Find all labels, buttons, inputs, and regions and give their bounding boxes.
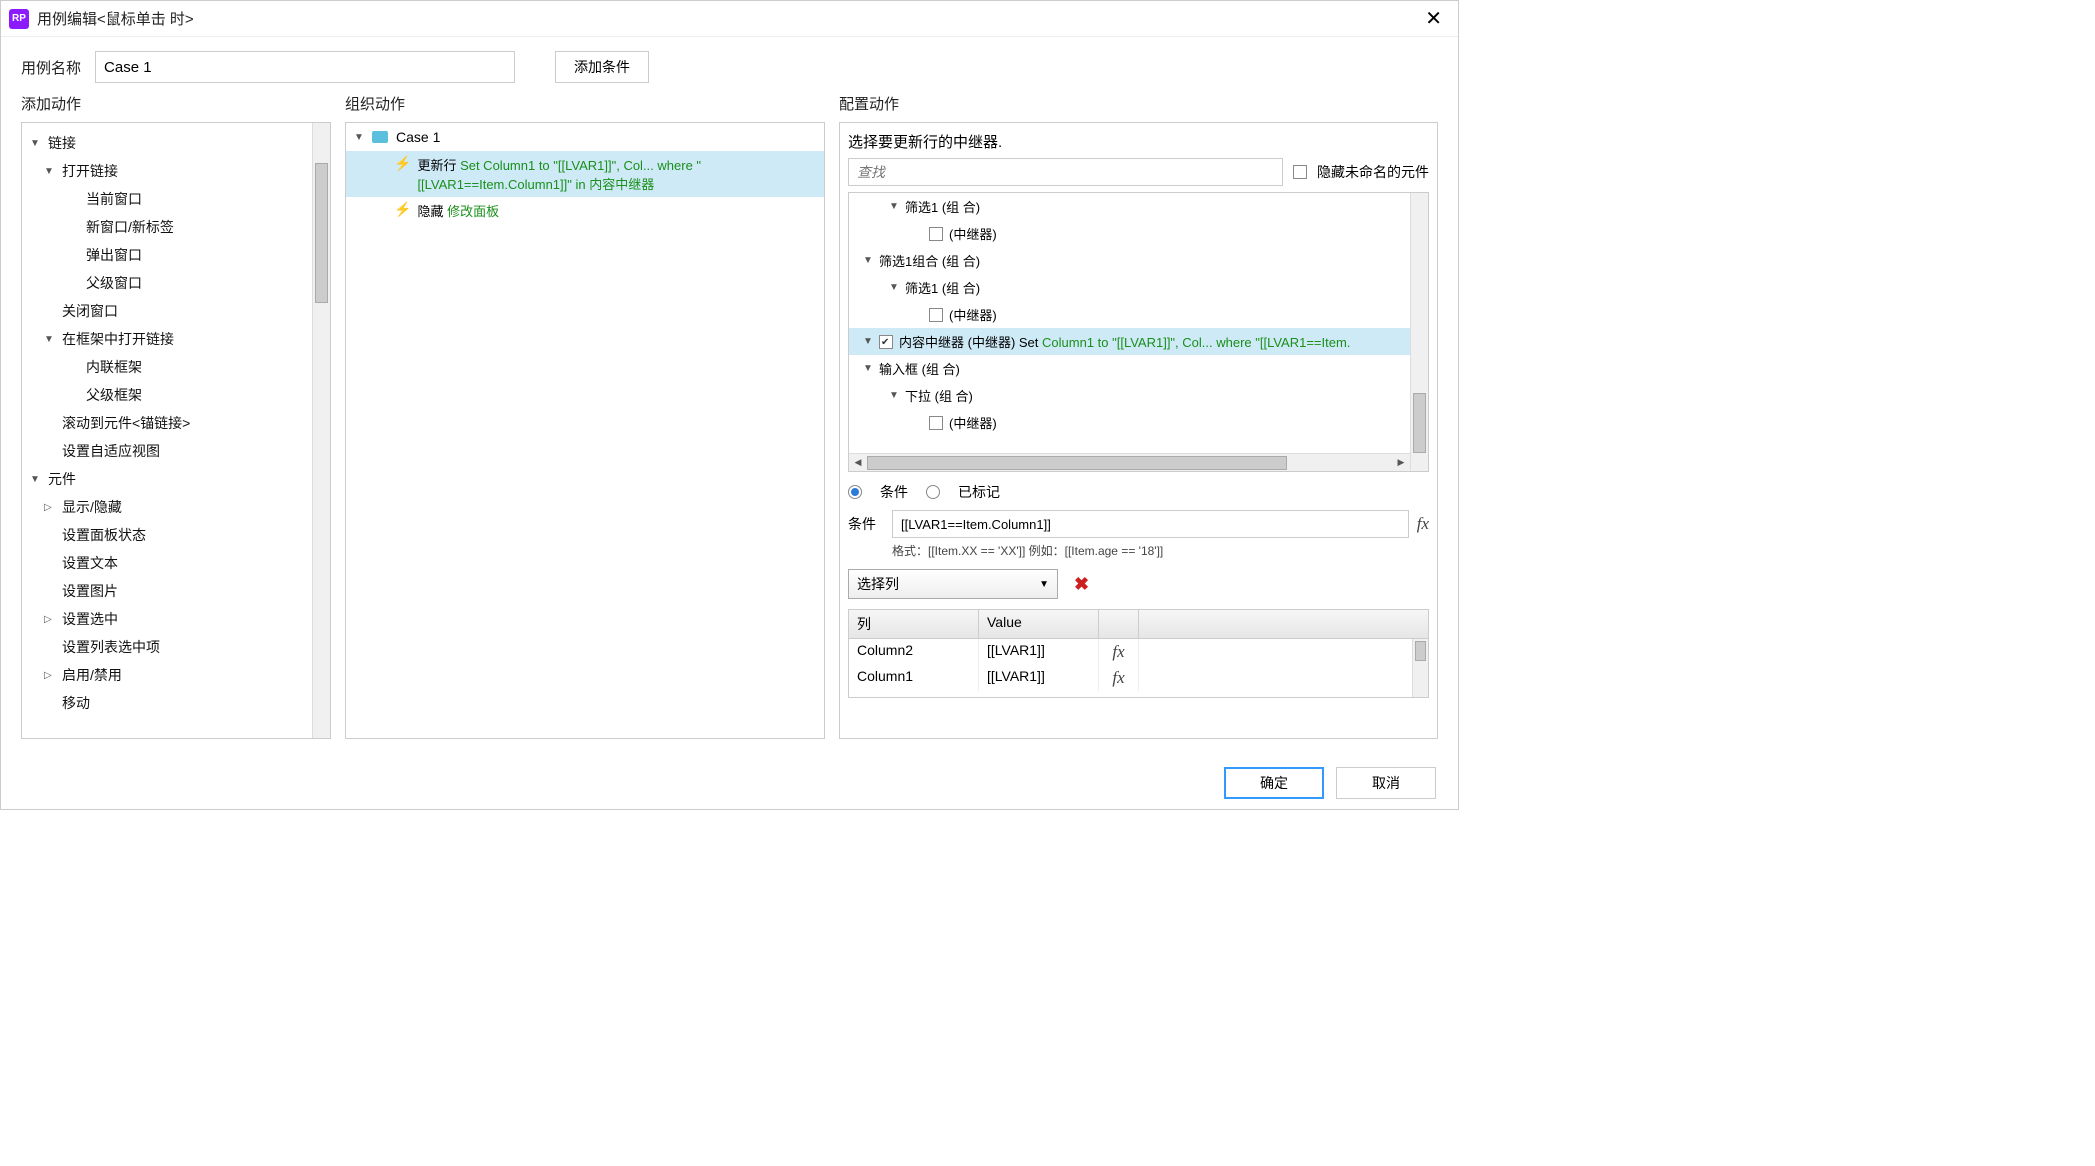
tree-checkbox[interactable] — [879, 335, 893, 349]
case-node[interactable]: Case 1 — [346, 123, 824, 151]
action-tree-item[interactable]: 关闭窗口 — [22, 297, 330, 325]
tree-checkbox[interactable] — [929, 308, 943, 322]
repeater-tree-item[interactable]: (中继器) — [849, 409, 1428, 436]
tree-arrow-icon[interactable] — [30, 474, 44, 485]
action-tree-item[interactable]: 设置列表选中项 — [22, 633, 330, 661]
action-tree-item[interactable]: 设置文本 — [22, 549, 330, 577]
tree-arrow-icon[interactable] — [44, 614, 58, 625]
tree-arrow-icon[interactable] — [889, 282, 901, 293]
tree-arrow-icon[interactable] — [44, 502, 58, 513]
case-label: Case 1 — [396, 129, 440, 145]
action-tree-item[interactable]: 链接 — [22, 129, 330, 157]
action-tree-item[interactable]: 设置自适应视图 — [22, 437, 330, 465]
titlebar: RP 用例编辑<鼠标单击 时> ✕ — [1, 1, 1458, 37]
grid-row[interactable]: Column1[[LVAR1]]fx — [849, 665, 1428, 691]
repeater-tree-item[interactable]: 内容中继器 (中继器) Set Column1 to "[[LVAR1]]", … — [849, 328, 1428, 355]
repeater-tree-item[interactable]: 筛选1 (组 合) — [849, 274, 1428, 301]
radio-marked-label: 已标记 — [958, 482, 1000, 502]
fx-icon[interactable]: fx — [1417, 514, 1429, 534]
repeater-tree-item[interactable]: 筛选1组合 (组 合) — [849, 247, 1428, 274]
action-tree-item[interactable]: 显示/隐藏 — [22, 493, 330, 521]
tree-arrow-icon[interactable] — [44, 670, 58, 681]
repeater-tree-item[interactable]: 筛选1 (组 合) — [849, 193, 1428, 220]
action-tree-item[interactable]: 元件 — [22, 465, 330, 493]
add-condition-button[interactable]: 添加条件 — [555, 51, 649, 83]
hide-unnamed-label: 隐藏未命名的元件 — [1317, 162, 1429, 182]
select-column-label: 选择列 — [857, 574, 899, 594]
action-tree-item[interactable]: 在框架中打开链接 — [22, 325, 330, 353]
action-tree-item[interactable]: 打开链接 — [22, 157, 330, 185]
bolt-icon: ⚡ — [394, 155, 411, 172]
app-icon: RP — [9, 9, 29, 29]
action-tree-item[interactable]: 弹出窗口 — [22, 241, 330, 269]
repeater-tree-item[interactable]: (中继器) — [849, 301, 1428, 328]
action-tree-item[interactable]: 设置选中 — [22, 605, 330, 633]
action-tree-item[interactable]: 设置图片 — [22, 577, 330, 605]
cancel-button[interactable]: 取消 — [1336, 767, 1436, 799]
scrollbar[interactable] — [1410, 193, 1428, 471]
repeater-tree[interactable]: 筛选1 (组 合)(中继器)筛选1组合 (组 合)筛选1 (组 合)(中继器)内… — [848, 192, 1429, 472]
action-tree-item[interactable]: 设置面板状态 — [22, 521, 330, 549]
action-tree-item[interactable]: 当前窗口 — [22, 185, 330, 213]
grid-head-val: Value — [979, 610, 1099, 638]
ok-button[interactable]: 确定 — [1224, 767, 1324, 799]
radio-marked[interactable] — [926, 485, 940, 499]
fx-icon: fx — [1112, 668, 1124, 687]
condition-label: 条件 — [848, 514, 884, 534]
case-editor-dialog: RP 用例编辑<鼠标单击 时> ✕ 用例名称 添加条件 添加动作 链接打开链接当… — [0, 0, 1459, 810]
chevron-down-icon: ▼ — [1039, 579, 1049, 590]
action-tree-item[interactable]: 父级框架 — [22, 381, 330, 409]
case-icon — [372, 131, 388, 143]
scrollbar[interactable] — [1412, 639, 1428, 697]
case-name-label: 用例名称 — [21, 57, 81, 78]
add-action-header: 添加动作 — [21, 93, 331, 114]
window-title: 用例编辑<鼠标单击 时> — [37, 8, 1417, 29]
action-tree-item[interactable]: 移动 — [22, 689, 330, 717]
action-tree-item[interactable]: 新窗口/新标签 — [22, 213, 330, 241]
repeater-tree-item[interactable]: (中继器) — [849, 220, 1428, 247]
columns-grid: 列 Value Column2[[LVAR1]]fxColumn1[[LVAR1… — [848, 609, 1429, 698]
configure-header: 配置动作 — [839, 93, 1438, 114]
tree-checkbox[interactable] — [929, 227, 943, 241]
close-icon[interactable]: ✕ — [1417, 6, 1450, 31]
tree-arrow-icon[interactable] — [44, 334, 58, 345]
tree-arrow-icon[interactable] — [889, 201, 901, 212]
organize-action-row[interactable]: ⚡隐藏 修改面板 — [346, 197, 824, 224]
action-tree-item[interactable]: 启用/禁用 — [22, 661, 330, 689]
condition-hint: 格式：[[Item.XX == 'XX']] 例如：[[Item.age == … — [892, 542, 1429, 559]
tree-arrow-icon[interactable] — [44, 166, 58, 177]
organize-panel: Case 1 ⚡更新行 Set Column1 to "[[LVAR1]]", … — [345, 122, 825, 739]
hide-unnamed-checkbox[interactable] — [1293, 165, 1307, 179]
action-tree-item[interactable]: 内联框架 — [22, 353, 330, 381]
tree-arrow-icon[interactable] — [863, 363, 875, 374]
scrollbar[interactable] — [312, 123, 330, 738]
tree-checkbox[interactable] — [929, 416, 943, 430]
search-input[interactable] — [848, 158, 1283, 186]
configure-panel: 选择要更新行的中继器. 隐藏未命名的元件 筛选1 (组 合)(中继器)筛选1组合… — [839, 122, 1438, 739]
grid-head-col: 列 — [849, 610, 979, 638]
action-tree-item[interactable]: 滚动到元件<锚链接> — [22, 409, 330, 437]
fx-icon: fx — [1112, 642, 1124, 661]
grid-row[interactable]: Column2[[LVAR1]]fx — [849, 639, 1428, 665]
organize-action-row[interactable]: ⚡更新行 Set Column1 to "[[LVAR1]]", Col... … — [346, 151, 824, 197]
radio-condition-label: 条件 — [880, 482, 908, 502]
scrollbar-horz[interactable]: ◀▶ — [849, 453, 1410, 471]
select-column-dropdown[interactable]: 选择列 ▼ — [848, 569, 1058, 599]
tree-arrow-icon[interactable] — [863, 255, 875, 266]
action-catalog[interactable]: 链接打开链接当前窗口新窗口/新标签弹出窗口父级窗口关闭窗口在框架中打开链接内联框… — [21, 122, 331, 739]
tree-arrow-icon[interactable] — [889, 390, 901, 401]
bolt-icon: ⚡ — [394, 201, 411, 218]
repeater-tree-item[interactable]: 输入框 (组 合) — [849, 355, 1428, 382]
chevron-down-icon[interactable] — [354, 132, 368, 143]
tree-arrow-icon[interactable] — [863, 336, 875, 347]
tree-arrow-icon[interactable] — [30, 138, 44, 149]
case-name-input[interactable] — [95, 51, 515, 83]
action-tree-item[interactable]: 父级窗口 — [22, 269, 330, 297]
configure-title: 选择要更新行的中继器. — [848, 131, 1429, 152]
condition-input[interactable] — [892, 510, 1409, 538]
radio-condition[interactable] — [848, 485, 862, 499]
organize-header: 组织动作 — [345, 93, 825, 114]
delete-icon[interactable]: ✖ — [1074, 574, 1089, 595]
repeater-tree-item[interactable]: 下拉 (组 合) — [849, 382, 1428, 409]
